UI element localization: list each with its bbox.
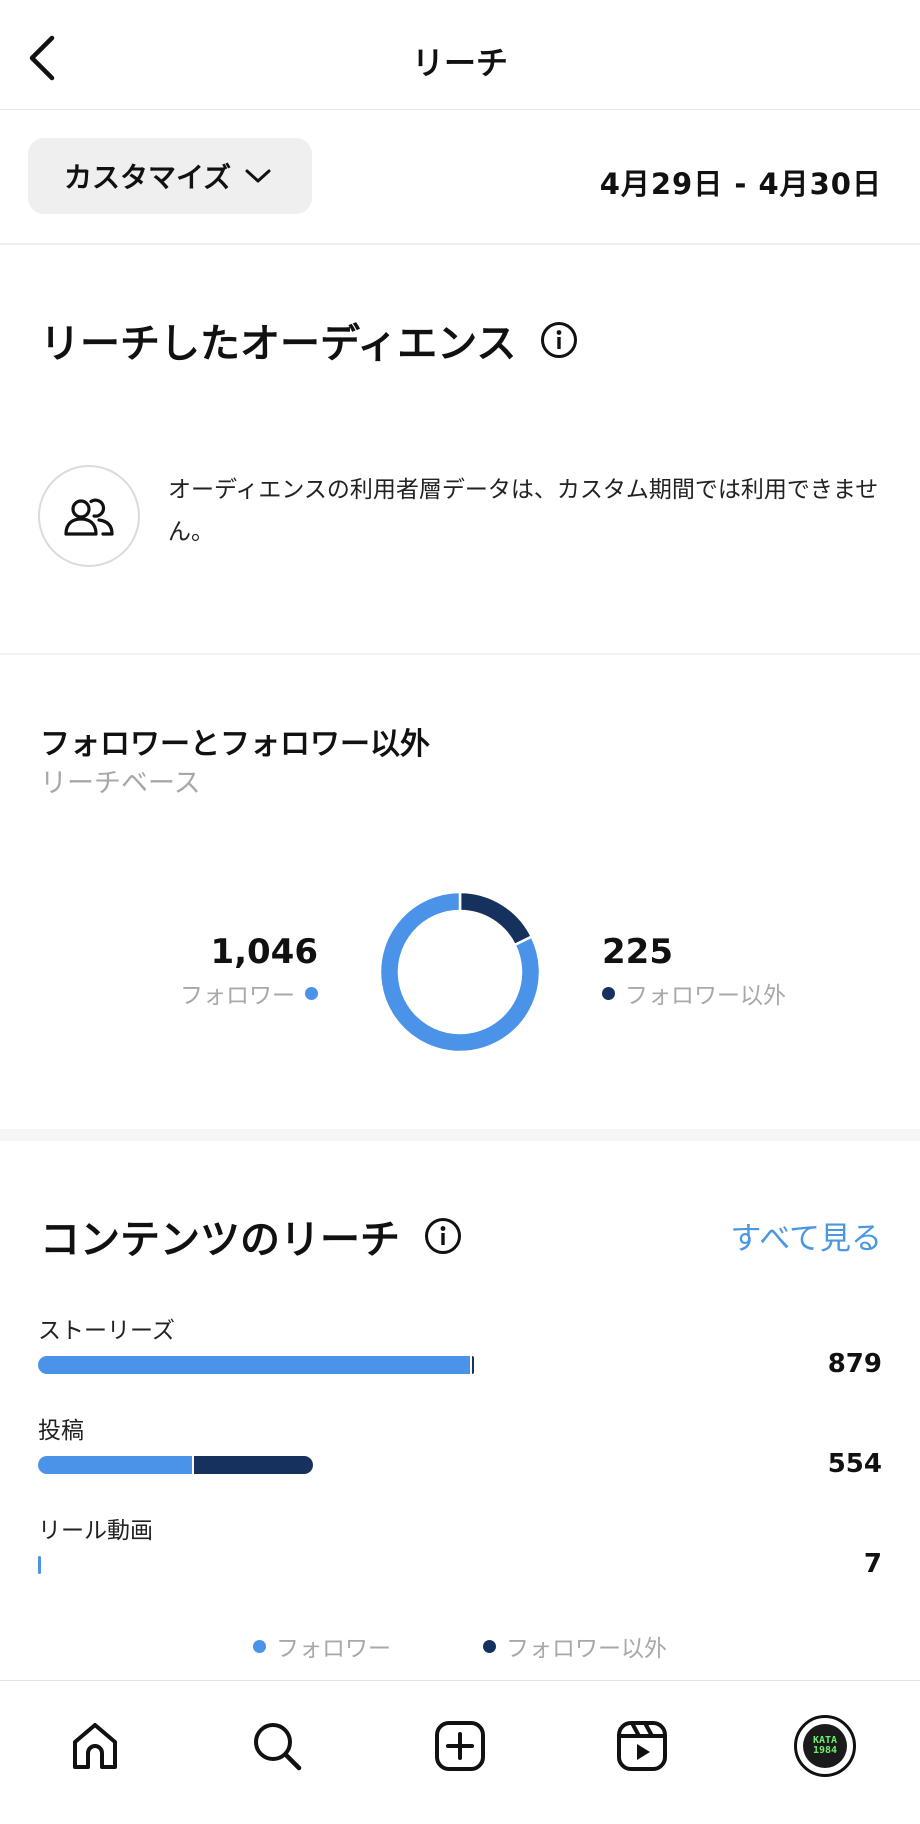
info-icon[interactable] — [540, 321, 578, 359]
content-row-value: 879 — [827, 1349, 882, 1379]
people-icon — [64, 498, 114, 536]
nav-home[interactable] — [60, 1711, 130, 1781]
top-bar: リーチ — [0, 0, 920, 110]
audience-header: リーチしたオーディエンス — [40, 311, 578, 369]
content-row-label: リール動画 — [38, 1518, 153, 1544]
followers-dot — [305, 986, 318, 1000]
search-icon — [254, 1723, 302, 1771]
non-followers-stat: 225 フォロワー以外 — [602, 932, 786, 1010]
customize-label: カスタマイズ — [64, 161, 232, 194]
nav-reels[interactable] — [607, 1711, 677, 1781]
followers-title: フォロワーとフォロワー以外 — [40, 727, 430, 762]
followers-bar-segment — [38, 1556, 42, 1574]
date-range: 4月29日 - 4月30日 — [599, 167, 882, 201]
followers-bar-segment — [38, 1356, 470, 1374]
followers-stat: 1,046 フォロワー — [180, 932, 318, 1010]
content-bar — [38, 1356, 738, 1374]
filter-row: カスタマイズ 4月29日 - 4月30日 — [0, 111, 920, 245]
content-row-posts[interactable]: 投稿 554 — [38, 1411, 882, 1491]
content-reach-section: コンテンツのリーチ すべて見る ストーリーズ 879 投稿 554 リール動画 … — [0, 1141, 920, 1679]
bottom-navigation: KATA 1984 — [0, 1680, 920, 1824]
non-followers-legend: フォロワー以外 — [602, 976, 786, 1010]
followers-bar-segment — [38, 1456, 192, 1474]
audience-unavailable-note: オーディエンスの利用者層データは、カスタム期間では利用できません。 — [168, 477, 879, 545]
non-followers-bar-segment — [193, 1456, 313, 1474]
legend-non-followers: フォロワー以外 — [483, 1629, 667, 1663]
followers-subtitle: リーチベース — [40, 768, 201, 799]
reach-donut-chart — [370, 882, 550, 1062]
profile-avatar-text-2: 1984 — [812, 1745, 838, 1756]
non-followers-dot — [602, 986, 615, 1000]
legend-followers-dot — [253, 1639, 266, 1653]
followers-value: 1,046 — [210, 932, 318, 972]
non-followers-label: フォロワー以外 — [625, 983, 786, 1009]
content-row-value: 554 — [827, 1449, 882, 1479]
donut-slice-non-followers — [458, 890, 534, 947]
followers-legend: フォロワー — [180, 976, 318, 1010]
donut-svg — [378, 890, 542, 1054]
content-reach-title: コンテンツのリーチ — [40, 1217, 400, 1263]
create-icon — [435, 1721, 485, 1771]
content-row-value: 7 — [863, 1549, 882, 1579]
legend-followers-label: フォロワー — [276, 1636, 391, 1662]
audience-title: リーチしたオーディエンス — [40, 321, 517, 367]
chevron-down-icon — [245, 169, 271, 183]
reels-icon — [617, 1721, 667, 1771]
legend-non-followers-label: フォロワー以外 — [506, 1636, 667, 1662]
info-icon[interactable] — [424, 1217, 462, 1255]
non-followers-value: 225 — [602, 932, 673, 972]
content-row-stories[interactable]: ストーリーズ 879 — [38, 1311, 882, 1391]
profile-avatar-image: KATA 1984 — [803, 1724, 847, 1768]
page-title: リーチ — [411, 44, 508, 82]
content-bar — [38, 1556, 738, 1574]
content-reach-header: コンテンツのリーチ — [40, 1207, 462, 1265]
audience-icon-circle — [38, 465, 140, 567]
legend-followers: フォロワー — [253, 1629, 391, 1663]
see-all-link[interactable]: すべて見る — [730, 1213, 882, 1258]
legend-non-followers-dot — [483, 1639, 496, 1653]
nav-profile[interactable]: KATA 1984 — [790, 1711, 860, 1781]
nav-search[interactable] — [242, 1711, 312, 1781]
content-row-reels[interactable]: リール動画 7 — [38, 1511, 882, 1591]
content-row-label: 投稿 — [38, 1418, 84, 1444]
content-bar — [38, 1456, 738, 1474]
content-row-label: ストーリーズ — [38, 1318, 175, 1344]
content-reach-legend: フォロワー フォロワー以外 — [0, 1629, 920, 1663]
profile-avatar: KATA 1984 — [794, 1715, 856, 1777]
home-icon — [73, 1723, 117, 1769]
followers-label: フォロワー — [180, 983, 295, 1009]
nav-create[interactable] — [425, 1711, 495, 1781]
customize-dropdown[interactable]: カスタマイズ — [28, 138, 312, 214]
non-followers-bar-segment — [471, 1356, 474, 1374]
audience-section: リーチしたオーディエンス オーディエンスの利用者層データは、カスタム期間では利用… — [0, 247, 920, 655]
followers-section: フォロワーとフォロワー以外 リーチベース 1,046 フォロワー 225 フォロ… — [0, 657, 920, 1129]
section-divider — [0, 1129, 920, 1141]
